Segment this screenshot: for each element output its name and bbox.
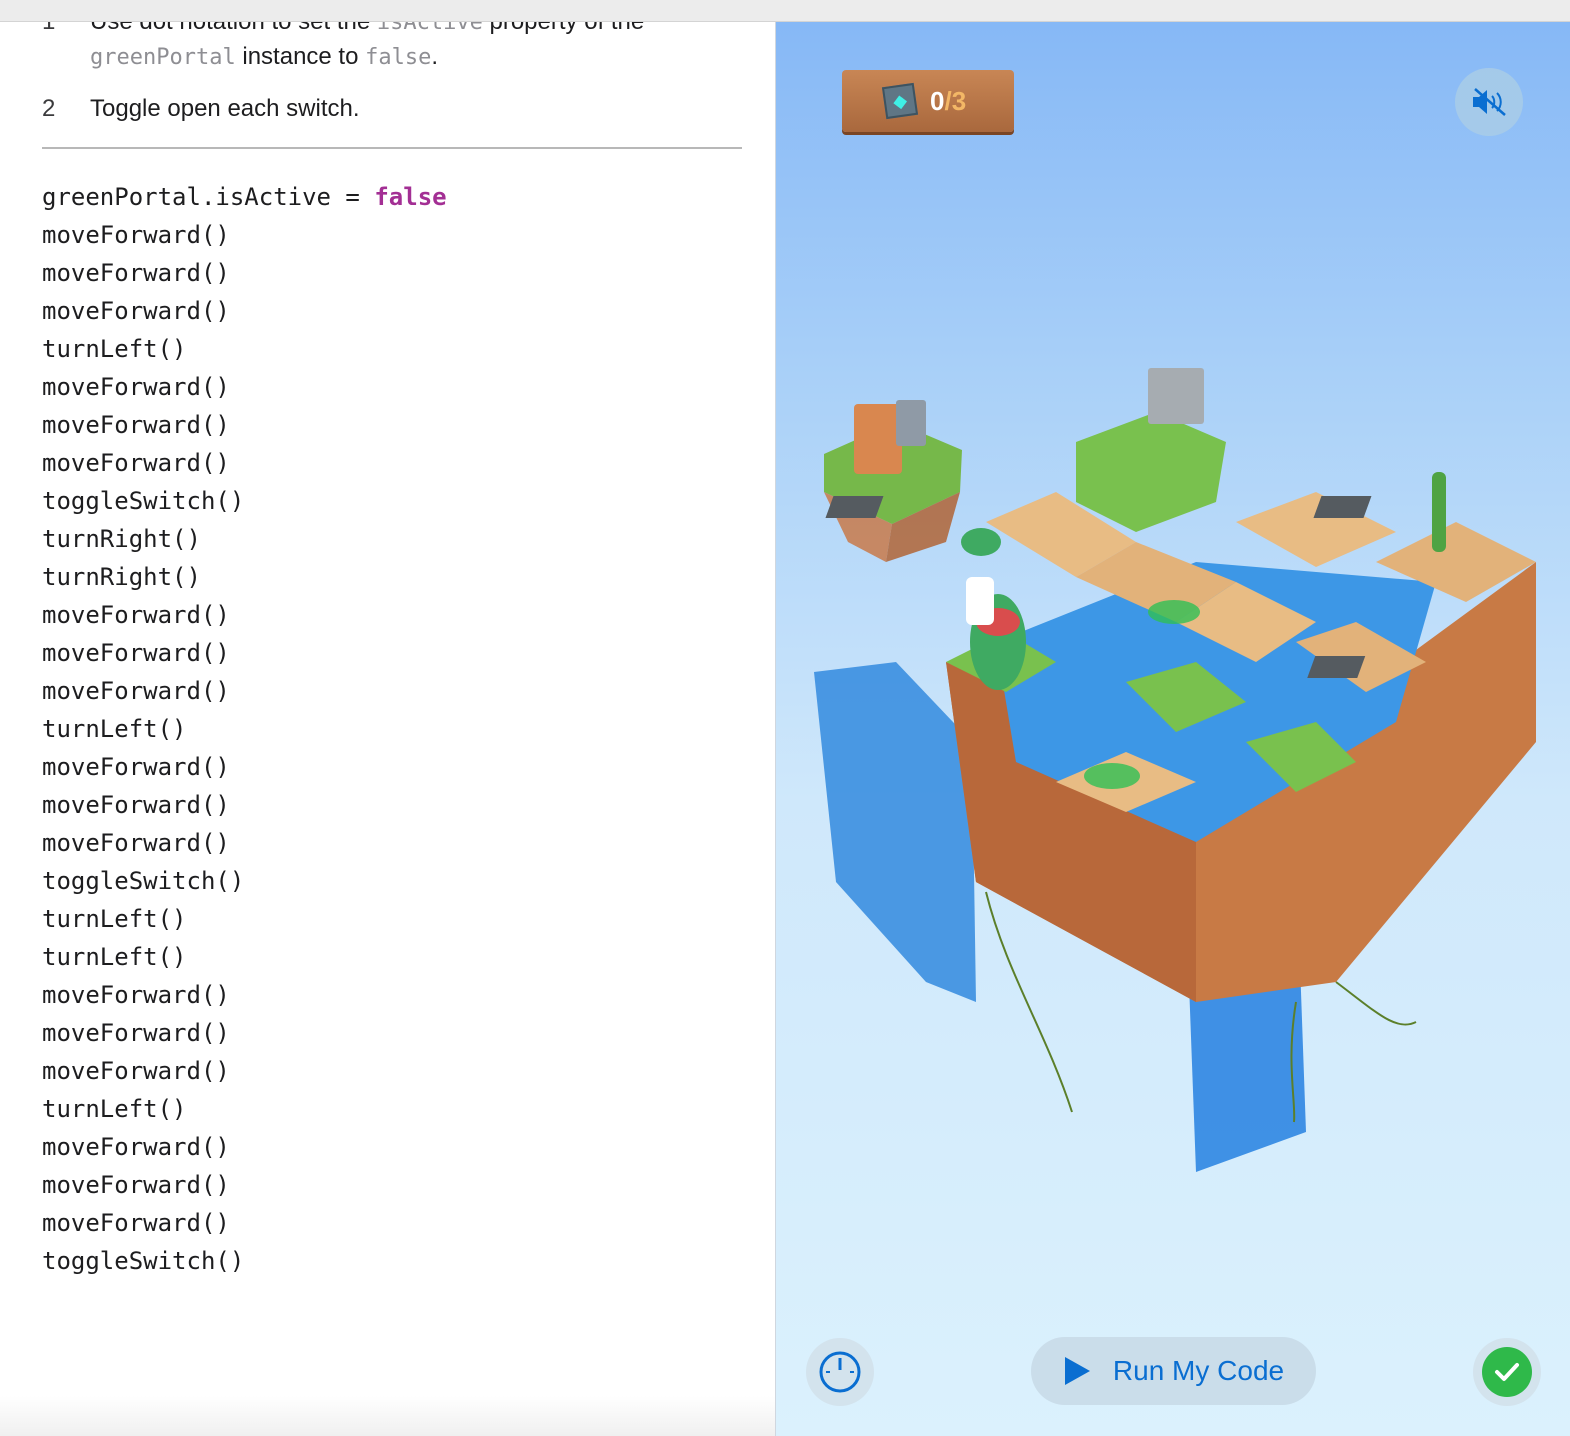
code-line[interactable]: greenPortal.isActive = false: [42, 178, 447, 216]
instruction-step-1-mid: property of the: [483, 22, 644, 35]
instruction-step-1-text: Use dot notation to set the isActive pro…: [90, 22, 730, 75]
run-my-code-label: Run My Code: [1112, 1355, 1285, 1386]
gem-icon: ◆: [881, 82, 919, 120]
code-line[interactable]: moveForward(): [42, 444, 447, 482]
instruction-step-1-code-false: false: [365, 45, 432, 70]
code-line[interactable]: moveForward(): [42, 976, 447, 1014]
play-icon: [1064, 1357, 1090, 1385]
instruction-step-1-code-greenportal: greenPortal: [90, 45, 236, 70]
code-keyword-false[interactable]: false: [374, 183, 446, 211]
instructions-divider: [42, 147, 742, 149]
instruction-step-1-mid2: instance to: [235, 43, 366, 70]
checkmark-icon: [1482, 1347, 1532, 1397]
instruction-step-2: 2 Toggle open each switch.: [42, 92, 730, 126]
instruction-step-1-suffix: .: [431, 43, 439, 70]
code-line[interactable]: turnLeft(): [42, 900, 447, 938]
code-line[interactable]: moveForward(): [42, 1014, 447, 1052]
code-line-assignment[interactable]: greenPortal.isActive =: [42, 183, 374, 211]
code-line[interactable]: moveForward(): [42, 1052, 447, 1090]
code-line[interactable]: moveForward(): [42, 786, 447, 824]
code-line[interactable]: moveForward(): [42, 672, 447, 710]
gem-counter: ◆ 0/3: [842, 70, 1014, 132]
code-line[interactable]: moveForward(): [42, 292, 447, 330]
code-line[interactable]: moveForward(): [42, 596, 447, 634]
run-my-code-button[interactable]: Run My Code: [1031, 1337, 1316, 1405]
code-line[interactable]: turnLeft(): [42, 938, 447, 976]
instruction-step-1-prefix: Use dot notation to set the: [90, 22, 377, 35]
code-line[interactable]: moveForward(): [42, 748, 447, 786]
check-button[interactable]: [1473, 1338, 1541, 1406]
instruction-step-1-code-isactive: isActive: [376, 22, 483, 35]
code-line[interactable]: turnLeft(): [42, 330, 447, 368]
editor-bottom-fade: [0, 1396, 775, 1436]
code-line[interactable]: moveForward(): [42, 1128, 447, 1166]
code-line[interactable]: turnLeft(): [42, 1090, 447, 1128]
code-line[interactable]: moveForward(): [42, 216, 447, 254]
code-area[interactable]: greenPortal.isActive = false moveForward…: [42, 178, 447, 1280]
code-line[interactable]: toggleSwitch(): [42, 862, 447, 900]
mute-button[interactable]: [1455, 68, 1523, 136]
code-line[interactable]: moveForward(): [42, 1204, 447, 1242]
speaker-muted-icon: [1473, 88, 1506, 116]
code-editor-panel: 1 Use dot notation to set the isActive p…: [0, 22, 775, 1436]
code-line[interactable]: moveForward(): [42, 254, 447, 292]
code-line[interactable]: moveForward(): [42, 406, 447, 444]
small-floating-island: [824, 400, 962, 562]
window-top-bar: [0, 0, 1570, 22]
instruction-step-1: 1 Use dot notation to set the isActive p…: [42, 22, 730, 75]
gems-total: /3: [944, 85, 967, 116]
live-view-panel: ◆ 0/3 Run My Code: [775, 22, 1570, 1436]
code-line[interactable]: toggleSwitch(): [42, 482, 447, 520]
instruction-step-1-number: 1: [42, 22, 90, 75]
code-line[interactable]: moveForward(): [42, 368, 447, 406]
instruction-step-2-text: Toggle open each switch.: [90, 95, 360, 122]
code-line[interactable]: moveForward(): [42, 1166, 447, 1204]
code-line[interactable]: turnRight(): [42, 520, 447, 558]
code-line[interactable]: moveForward(): [42, 634, 447, 672]
code-line[interactable]: moveForward(): [42, 824, 447, 862]
code-line[interactable]: toggleSwitch(): [42, 1242, 447, 1280]
gems-collected: 0: [930, 85, 945, 116]
code-line[interactable]: turnRight(): [42, 558, 447, 596]
speed-button[interactable]: [806, 1338, 874, 1406]
puzzle-world-illustration: [814, 368, 1536, 1172]
speedometer-icon: [819, 1351, 861, 1393]
code-line[interactable]: turnLeft(): [42, 710, 447, 748]
instruction-step-2-number: 2: [42, 95, 56, 122]
